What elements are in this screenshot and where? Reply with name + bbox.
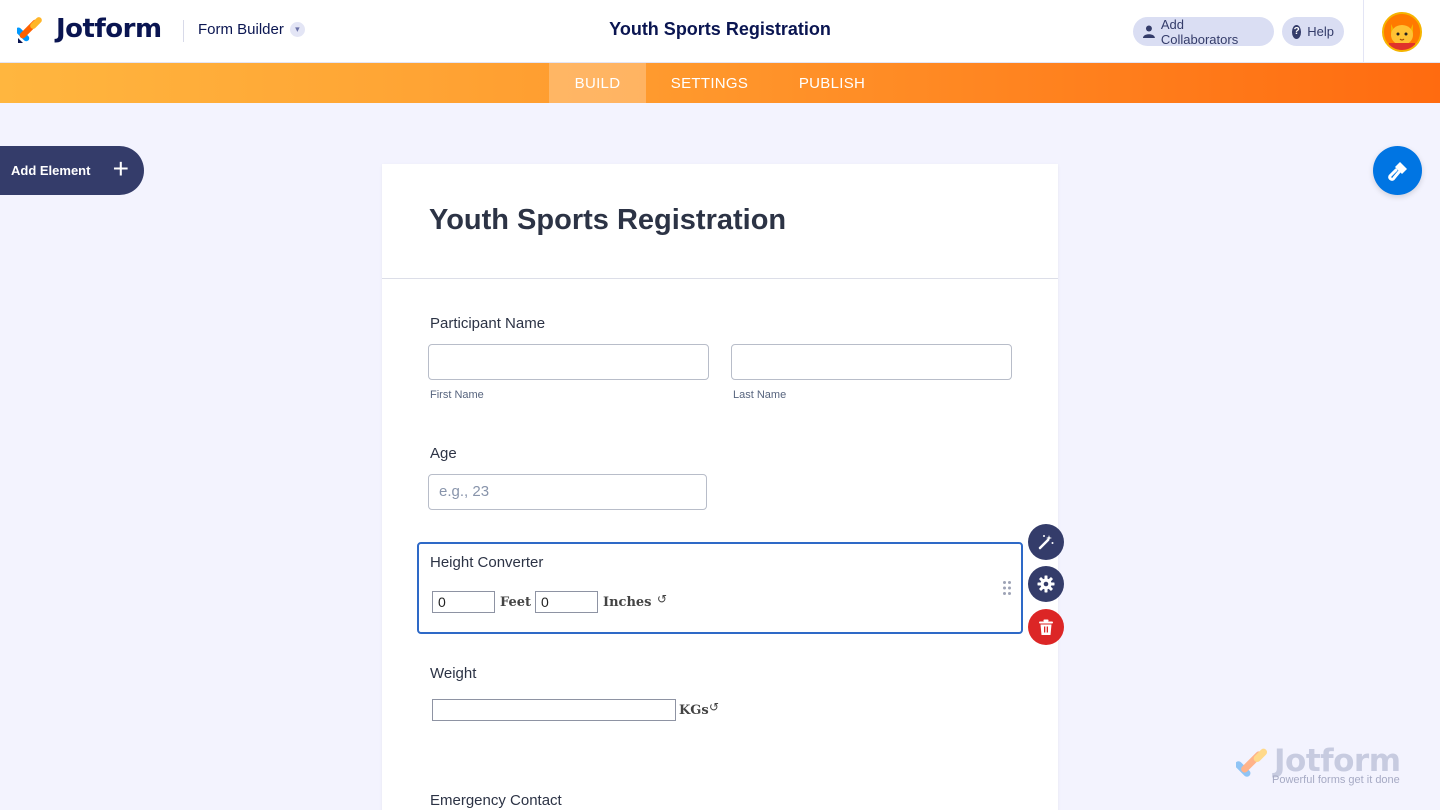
height-converter-label[interactable]: Height Converter (430, 554, 543, 571)
watermark-tagline: Powerful forms get it done (1272, 774, 1400, 786)
inches-input[interactable]: 0 (535, 591, 598, 613)
field-wizard-button[interactable] (1028, 524, 1064, 560)
builder-nav: BUILD SETTINGS PUBLISH (0, 63, 1440, 103)
add-collaborators-label: Add Collaborators (1160, 16, 1239, 47)
form-card: Youth Sports Registration Participant Na… (382, 164, 1058, 810)
jotform-logo-icon (17, 17, 42, 43)
form-header: Youth Sports Registration (382, 164, 1058, 279)
tab-settings[interactable]: SETTINGS (652, 63, 767, 103)
trash-icon (1039, 619, 1053, 635)
participant-name-label[interactable]: Participant Name (430, 315, 545, 332)
gear-icon (1037, 575, 1055, 593)
jotform-watermark-icon (1236, 748, 1268, 777)
age-input[interactable]: e.g., 23 (428, 474, 707, 510)
avatar[interactable] (1382, 12, 1422, 52)
inches-unit: Inches (603, 595, 652, 610)
first-name-sublabel: First Name (430, 389, 484, 401)
reset-icon[interactable]: ↺ (657, 592, 667, 606)
add-element-button[interactable]: Add Element + (0, 146, 144, 195)
magic-wand-icon (1038, 535, 1054, 550)
weight-label[interactable]: Weight (430, 665, 476, 682)
header-divider-right (1363, 0, 1364, 63)
add-collaborators-button[interactable]: Add Collaborators (1133, 16, 1274, 47)
chevron-down-icon: ▾ (289, 22, 305, 37)
user-icon (1143, 25, 1155, 38)
question-icon: ? (1292, 24, 1302, 39)
last-name-sublabel: Last Name (733, 389, 787, 401)
form-builder-label: Form Builder (198, 21, 284, 38)
weight-reset-icon[interactable]: ↺ (709, 700, 719, 714)
form-builder-menu[interactable]: Form Builder ▾ (198, 21, 305, 38)
feet-unit: Feet (500, 595, 532, 610)
brand-name: Jotform (56, 14, 162, 44)
page-title: Youth Sports Registration (609, 19, 831, 39)
form-title[interactable]: Youth Sports Registration (429, 204, 786, 237)
top-header: Jotform Form Builder ▾ Youth Sports Regi… (0, 0, 1440, 63)
plus-icon: + (112, 153, 129, 184)
delete-field-button[interactable] (1028, 609, 1064, 645)
first-name-input[interactable] (428, 344, 709, 380)
jotform-logo[interactable]: Jotform (17, 14, 162, 44)
last-name-input[interactable] (731, 344, 1012, 380)
tab-publish[interactable]: PUBLISH (778, 63, 886, 103)
drag-handle-icon[interactable] (1003, 581, 1011, 595)
jotform-watermark: Jotform Powerful forms get it done (1236, 743, 1406, 793)
help-label: Help (1307, 24, 1334, 39)
help-button[interactable]: ? Help (1282, 17, 1344, 46)
tab-build[interactable]: BUILD (549, 63, 646, 103)
kgs-unit: KGs (679, 703, 709, 718)
form-designer-button[interactable] (1373, 146, 1422, 195)
feet-input[interactable]: 0 (432, 591, 495, 613)
field-properties-button[interactable] (1028, 566, 1064, 602)
paint-roller-icon (1387, 161, 1407, 181)
weight-input[interactable] (432, 699, 676, 721)
add-element-label: Add Element (11, 163, 91, 178)
header-divider (183, 20, 184, 42)
emergency-contact-label[interactable]: Emergency Contact (430, 792, 562, 809)
avatar-cat-icon (1384, 14, 1420, 50)
age-label[interactable]: Age (430, 445, 457, 462)
